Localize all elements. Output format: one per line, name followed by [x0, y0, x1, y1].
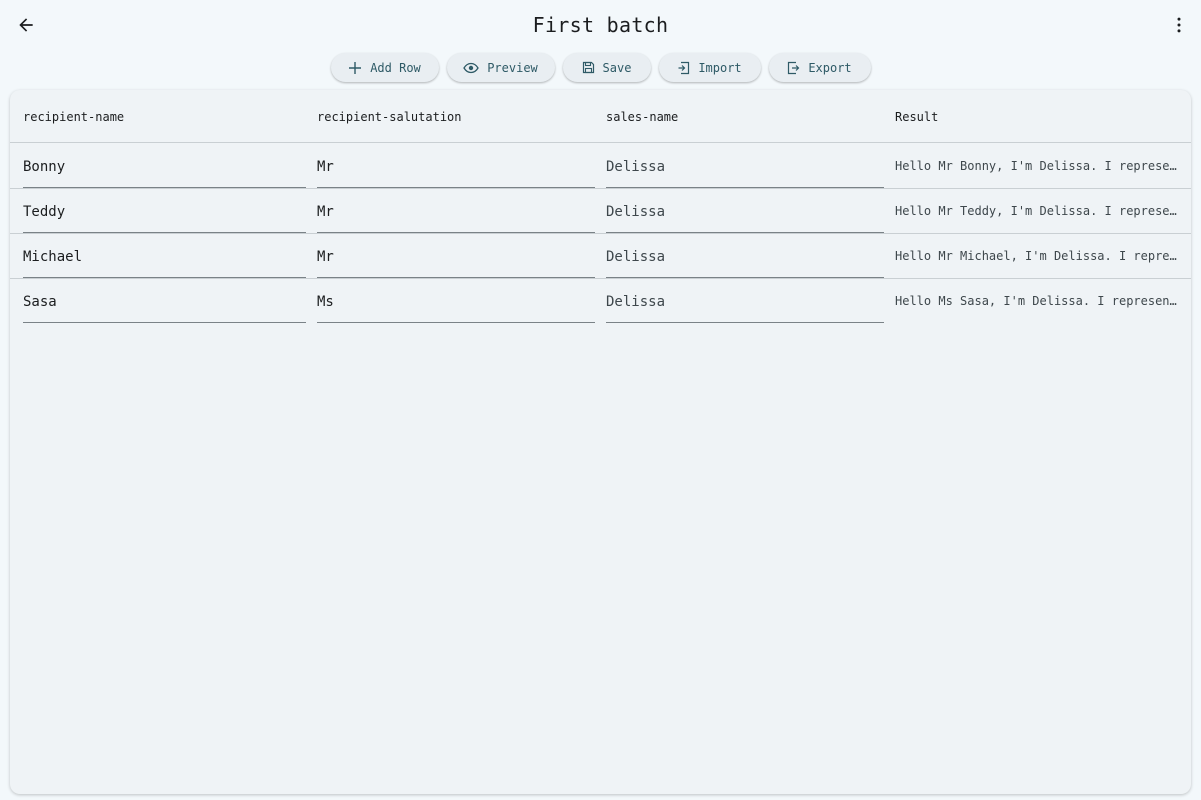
- result-cell: Hello Mr Michael, I'm Delissa. I represe…: [895, 249, 1177, 263]
- data-table: recipient-name recipient-salutation sale…: [10, 90, 1191, 794]
- export-icon: [788, 61, 800, 74]
- result-cell: Hello Mr Teddy, I'm Delissa. I represent…: [895, 204, 1177, 218]
- sales-name-field[interactable]: [606, 144, 884, 188]
- recipient-name-field[interactable]: [23, 279, 306, 323]
- result-cell: Hello Mr Bonny, I'm Delissa. I represent…: [895, 159, 1177, 173]
- action-toolbar: Add Row Preview Save Import Export: [0, 53, 1201, 83]
- sales-name-field[interactable]: [606, 279, 884, 323]
- export-label: Export: [808, 60, 852, 75]
- add-row-button[interactable]: Add Row: [330, 53, 439, 82]
- eye-icon: [463, 62, 479, 73]
- app-root: First batch Add Row Preview Save Import …: [0, 0, 1201, 800]
- page-title: First batch: [532, 13, 669, 37]
- overflow-menu-button[interactable]: [1161, 7, 1197, 43]
- recipient-salutation-field[interactable]: [317, 144, 595, 188]
- recipient-salutation-field[interactable]: [317, 279, 595, 323]
- recipient-salutation-field[interactable]: [317, 189, 595, 233]
- save-label: Save: [602, 60, 632, 75]
- sales-name-field[interactable]: [606, 234, 884, 278]
- recipient-salutation-field[interactable]: [317, 234, 595, 278]
- result-cell: Hello Ms Sasa, I'm Delissa. I represent …: [895, 294, 1177, 308]
- import-icon: [678, 61, 690, 74]
- column-header-sales-name: sales-name: [606, 110, 679, 124]
- preview-label: Preview: [487, 60, 538, 75]
- column-header-recipient-name: recipient-name: [23, 110, 125, 124]
- sales-name-field[interactable]: [606, 189, 884, 233]
- table-header: recipient-name recipient-salutation sale…: [10, 90, 1191, 143]
- recipient-name-field[interactable]: [23, 144, 306, 188]
- plus-icon: [349, 61, 362, 74]
- table-row: Hello Ms Sasa, I'm Delissa. I represent …: [10, 279, 1191, 324]
- table-row: Hello Mr Teddy, I'm Delissa. I represent…: [10, 189, 1191, 234]
- column-header-recipient-salutation: recipient-salutation: [317, 110, 462, 124]
- column-header-result: Result: [895, 110, 939, 124]
- import-label: Import: [698, 60, 742, 75]
- export-button[interactable]: Export: [768, 53, 871, 82]
- save-button[interactable]: Save: [562, 53, 651, 82]
- table-row: Hello Mr Michael, I'm Delissa. I represe…: [10, 234, 1191, 279]
- import-button[interactable]: Import: [658, 53, 761, 82]
- recipient-name-field[interactable]: [23, 234, 306, 278]
- recipient-name-field[interactable]: [23, 189, 306, 233]
- table-row: Hello Mr Bonny, I'm Delissa. I represent…: [10, 144, 1191, 189]
- preview-button[interactable]: Preview: [446, 53, 555, 82]
- top-app-bar: First batch: [0, 0, 1201, 52]
- save-icon: [582, 61, 594, 74]
- add-row-label: Add Row: [370, 60, 421, 75]
- more-vert-icon: [1177, 17, 1181, 33]
